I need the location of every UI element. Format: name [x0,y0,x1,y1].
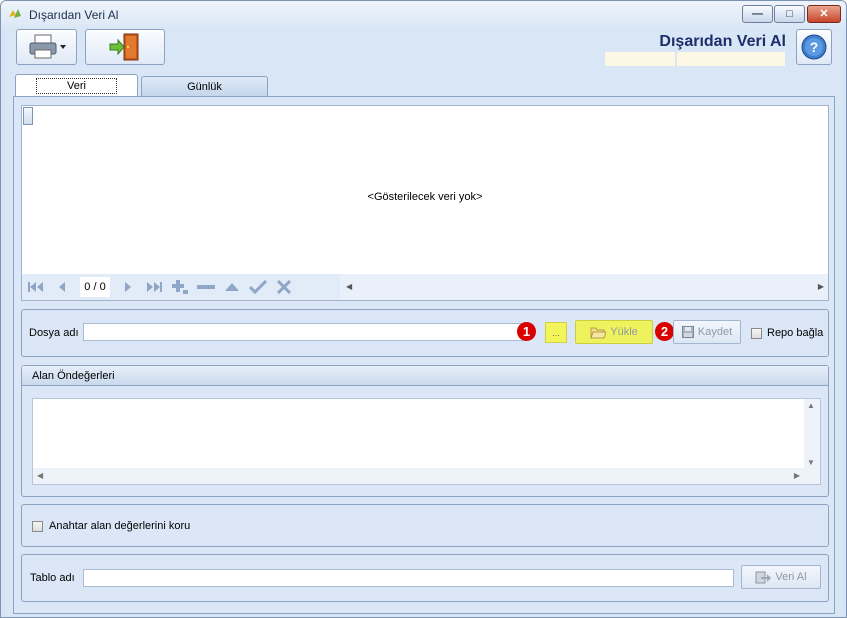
help-icon: ? [801,34,827,60]
record-counter: 0 / 0 [80,277,110,297]
exit-button[interactable] [85,29,165,65]
scroll-up-icon[interactable]: ▲ [807,401,815,410]
grid-row-indicator[interactable] [23,107,33,125]
tab-veri-label: Veri [36,77,117,94]
delete-record-icon[interactable] [195,277,217,297]
yukle-label: Yükle [610,326,638,338]
repo-bagla-checkbox[interactable] [751,328,762,339]
browse-file-button[interactable]: ... [545,322,567,343]
dosya-adi-label: Dosya adı [29,327,79,339]
anahtar-koru-label[interactable]: Anahtar alan değerlerini koru [49,520,190,532]
dosya-adi-input[interactable] [83,323,527,341]
scroll-left-icon[interactable]: ◀ [346,282,352,291]
veri-al-label: Veri Al [775,571,807,583]
page-title: Dışarıdan Veri Al [659,33,786,50]
step-2-badge: 2 [655,322,674,341]
minimize-button[interactable]: — [742,5,773,23]
last-record-icon[interactable] [143,277,165,297]
title-bar[interactable]: Dışarıdan Veri Al — □ ✕ [1,1,846,27]
alan-ondegerleri-header: Alan Öndeğerleri [22,366,828,386]
veri-al-button[interactable]: Veri Al [741,565,821,589]
folder-open-icon [590,327,607,338]
alan-ondegerleri-group: Alan Öndeğerleri ▲ ▼ ◀ ▶ [21,365,829,497]
anahtar-group: Anahtar alan değerlerini koru [21,504,829,547]
save-disk-icon [681,326,694,338]
minimize-icon: — [752,7,763,20]
tab-veri[interactable]: Veri [15,74,138,96]
alan-ondegerleri-list[interactable]: ▲ ▼ ◀ ▶ [32,398,821,485]
window-title: Dışarıdan Veri Al [29,8,119,22]
cancel-edit-icon[interactable] [273,277,295,297]
tablo-adi-label: Tablo adı [30,572,75,584]
append-record-icon[interactable] [169,277,191,297]
tab-gunluk[interactable]: Günlük [141,76,268,96]
yukle-button[interactable]: Yükle [575,320,653,344]
client-area: Dışarıdan Veri Al ? Veri Günlük <Gösteri… [5,27,842,615]
scroll-right-icon[interactable]: ▶ [818,282,824,291]
post-edit-icon[interactable] [247,277,269,297]
edit-record-icon[interactable] [221,277,243,297]
scrollbar-corner [804,468,820,484]
first-record-icon[interactable] [25,277,47,297]
list-vertical-scrollbar[interactable]: ▲ ▼ [804,399,820,469]
print-button[interactable] [16,29,77,65]
scroll-down-icon[interactable]: ▼ [807,458,815,467]
alan-ondegerleri-title: Alan Öndeğerleri [32,370,115,382]
printer-icon [29,34,66,59]
anahtar-koru-checkbox[interactable] [32,521,43,532]
app-icon [9,9,21,18]
exit-door-icon [109,33,139,61]
grid-empty-message: <Gösterilecek veri yok> [367,191,483,203]
list-scroll-right-icon[interactable]: ▶ [794,471,800,480]
browse-file-label: ... [552,327,560,338]
tablo-adi-input[interactable] [83,569,734,587]
dosya-group: Dosya adı 1 ... Yükle 2 Kaydet Repo bağl… [21,309,829,357]
import-data-icon [755,571,772,584]
grid-navigator: 0 / 0 [22,274,340,300]
help-button[interactable]: ? [796,29,832,65]
list-scroll-left-icon[interactable]: ◀ [37,471,43,480]
kaydet-label: Kaydet [697,326,733,338]
repo-bagla-label[interactable]: Repo bağla [767,327,823,339]
svg-text:?: ? [810,39,819,55]
prev-record-icon[interactable] [51,277,73,297]
list-horizontal-scrollbar[interactable]: ◀ ▶ [33,468,804,484]
tab-panel-veri: <Gösterilecek veri yok> 0 / 0 ◀ ▶ Dosya … [13,96,835,614]
main-window: Dışarıdan Veri Al — □ ✕ Dışarıdan Veri A… [0,0,847,618]
next-record-icon[interactable] [117,277,139,297]
tab-gunluk-label: Günlük [187,80,222,93]
header-info-field-1 [605,52,675,66]
grid-horizontal-scrollbar[interactable]: ◀ ▶ [340,274,828,300]
close-icon: ✕ [819,7,829,20]
tablo-group: Tablo adı Veri Al [21,554,829,602]
step-1-badge: 1 [517,322,536,341]
maximize-button[interactable]: □ [774,5,805,23]
close-button[interactable]: ✕ [807,5,841,23]
kaydet-button[interactable]: Kaydet [673,320,741,344]
header-info-field-2 [677,52,785,66]
data-grid[interactable]: <Gösterilecek veri yok> 0 / 0 ◀ ▶ [21,105,829,301]
maximize-icon: □ [786,7,793,20]
